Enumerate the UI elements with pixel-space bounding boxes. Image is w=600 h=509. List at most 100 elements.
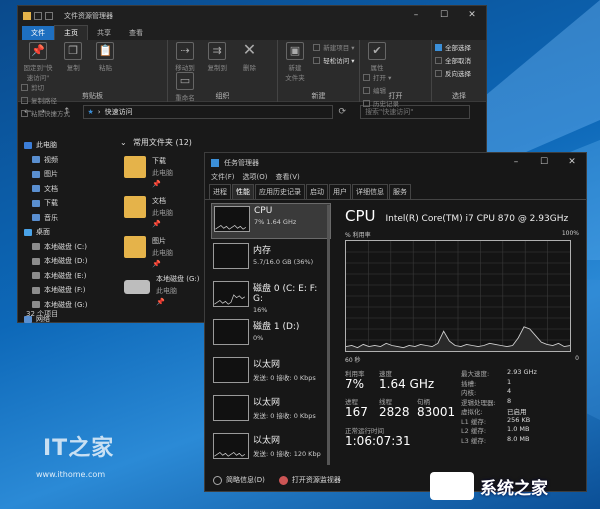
properties-icon: ✔ bbox=[368, 42, 386, 60]
properties-button[interactable]: ✔ 属性 bbox=[363, 42, 391, 72]
resource-value: 16% bbox=[253, 306, 268, 314]
address-text: 快速访问 bbox=[104, 108, 133, 116]
move-to-button[interactable]: ⇢ 移动到 bbox=[171, 42, 199, 72]
easy-access-button[interactable]: 轻松访问 ▾ bbox=[313, 55, 355, 65]
sidebar-item[interactable]: 本地磁盘 (F:) bbox=[32, 283, 106, 298]
resource-item[interactable]: 以太网 发送: 0 接收: 0 Kbps bbox=[211, 393, 331, 429]
tab-processes[interactable]: 进程 bbox=[209, 184, 231, 199]
drive-icon bbox=[32, 257, 40, 265]
tab-view[interactable]: 查看 bbox=[120, 26, 152, 40]
resource-item[interactable]: 磁盘 1 (D:) 0% bbox=[211, 317, 331, 353]
new-folder-icon[interactable] bbox=[45, 11, 53, 20]
resource-item[interactable]: CPU 7% 1.64 GHz bbox=[211, 203, 331, 239]
logo-text: 系统之家 bbox=[480, 478, 548, 499]
spec-label: L3 缓存: bbox=[461, 436, 487, 445]
spec-value: 1 bbox=[507, 377, 512, 386]
new-folder-icon: ▣ bbox=[286, 42, 304, 60]
sidebar-item[interactable]: 音乐 bbox=[32, 211, 106, 226]
copy-icon: ❐ bbox=[64, 42, 83, 60]
sidebar-item[interactable]: 视频 bbox=[32, 153, 106, 168]
menu-view[interactable]: 查看(V) bbox=[275, 172, 299, 184]
refresh-icon[interactable]: ⟳ bbox=[339, 107, 347, 117]
ribbon: 📌 固定到"快速访问" ❐ 复制 📋 粘贴 剪切 复制路径 粘贴快捷方式 剪贴板 ⇢ 移… bbox=[18, 40, 486, 118]
close-button[interactable]: ✕ bbox=[458, 6, 486, 25]
spec-value: 4 bbox=[507, 387, 512, 395]
new-group: ▣ 新建 文件夹 新建项目 ▾ 轻松访问 ▾ 新建 bbox=[278, 40, 360, 102]
clipboard-group: 📌 固定到"快速访问" ❐ 复制 📋 粘贴 剪切 复制路径 粘贴快捷方式 剪贴板 bbox=[18, 40, 168, 118]
scrollbar[interactable] bbox=[327, 205, 330, 465]
sidebar-item[interactable]: 本地磁盘 (D:) bbox=[32, 254, 106, 269]
new-item-icon bbox=[313, 43, 321, 51]
folder-icon bbox=[32, 199, 40, 207]
tab-startup[interactable]: 启动 bbox=[306, 184, 328, 199]
tab-share[interactable]: 共享 bbox=[88, 26, 120, 40]
menu-bar: 文件(F) 选项(O) 查看(V) bbox=[205, 172, 586, 184]
sidebar-item[interactable]: 桌面 bbox=[24, 225, 106, 240]
list-item[interactable]: 下载 此电脑 📌 bbox=[124, 156, 173, 188]
resource-item[interactable]: 磁盘 0 (C: E: F: G: 16% bbox=[211, 279, 331, 315]
copy-button[interactable]: ❐ 复制 bbox=[59, 42, 87, 72]
tab-performance[interactable]: 性能 bbox=[232, 184, 254, 199]
resource-name: 以太网 bbox=[253, 398, 281, 408]
navigation-pane: 此电脑 视频 图片 文档 下载 音乐 桌面 本地磁盘 (C:) 本地磁盘 (D:) 本地磁盘 (E… bbox=[18, 134, 106, 323]
pin-icon: 📌 bbox=[29, 42, 47, 60]
list-item[interactable]: 文档 此电脑 📌 bbox=[124, 196, 173, 228]
menu-options[interactable]: 选项(O) bbox=[243, 172, 268, 184]
sidebar-item[interactable]: 文档 bbox=[32, 182, 106, 197]
tab-details[interactable]: 详细信息 bbox=[352, 184, 388, 199]
handles-value: 83001 bbox=[417, 405, 456, 419]
paste-shortcut-button[interactable]: 粘贴快捷方式 bbox=[21, 108, 70, 118]
sidebar-item[interactable]: 此电脑 bbox=[24, 138, 106, 153]
address-bar[interactable]: ★ › 快速访问 bbox=[82, 105, 333, 119]
properties-icon[interactable] bbox=[34, 11, 42, 20]
tab-app-history[interactable]: 应用历史记录 bbox=[255, 184, 305, 199]
sidebar-item[interactable]: 本地磁盘 (C:) bbox=[32, 240, 106, 255]
delete-button[interactable]: ✕ 删除 bbox=[235, 42, 263, 73]
tab-home[interactable]: 主页 bbox=[54, 25, 88, 40]
select-all-button[interactable]: 全部选择 bbox=[435, 42, 483, 52]
sidebar-item[interactable]: 图片 bbox=[32, 167, 106, 182]
list-item[interactable]: 图片 此电脑 📌 bbox=[124, 236, 173, 268]
resource-item[interactable]: 以太网 发送: 0 接收: 120 Kbp bbox=[211, 431, 331, 467]
list-item[interactable]: 本地磁盘 (G:) 此电脑 📌 bbox=[124, 274, 199, 306]
fewer-details-button[interactable]: 简略信息(D) bbox=[213, 475, 265, 485]
tab-services[interactable]: 服务 bbox=[389, 184, 411, 199]
taskmgr-title-bar: 任务管理器 – ☐ ✕ bbox=[205, 153, 586, 172]
resource-item[interactable]: 以太网 发送: 0 接收: 0 Kbps bbox=[211, 355, 331, 391]
spec-value: 已启用 bbox=[507, 408, 527, 416]
spec-value: 8.0 MB bbox=[507, 434, 530, 443]
maximize-button[interactable]: ☐ bbox=[530, 153, 558, 172]
tab-file[interactable]: 文件 bbox=[22, 26, 54, 40]
window-title: 文件资源管理器 bbox=[64, 11, 113, 20]
resource-name: 以太网 bbox=[253, 436, 281, 446]
pin-button[interactable]: 📌 固定到"快速访问" bbox=[21, 42, 55, 82]
sidebar-item[interactable]: 下载 bbox=[32, 196, 106, 211]
spec-label: 虚拟化: bbox=[461, 408, 483, 416]
minimize-button[interactable]: – bbox=[502, 153, 530, 172]
status-bar-count: 32 个项目 bbox=[26, 310, 59, 318]
resource-item[interactable]: 内存 5.7/16.0 GB (36%) bbox=[211, 241, 331, 277]
tab-users[interactable]: 用户 bbox=[329, 184, 351, 199]
copy-to-button[interactable]: ⇉ 复制到 bbox=[203, 42, 231, 72]
close-button[interactable]: ✕ bbox=[558, 153, 586, 172]
section-header[interactable]: ⌄ 常用文件夹 (12) bbox=[120, 137, 478, 148]
invert-selection-button[interactable]: 反向选择 bbox=[435, 68, 483, 78]
chevron-up-icon bbox=[213, 475, 222, 485]
paste-button[interactable]: 📋 粘贴 bbox=[91, 42, 119, 72]
minimize-button[interactable]: – bbox=[402, 6, 430, 25]
explorer-title-bar: 文件资源管理器 – ☐ ✕ bbox=[18, 6, 486, 25]
new-item-button[interactable]: 新建项目 ▾ bbox=[313, 42, 355, 52]
chevron-down-icon: ⌄ bbox=[120, 138, 127, 147]
maximize-button[interactable]: ☐ bbox=[430, 6, 458, 25]
new-group-label: 新建 bbox=[311, 92, 326, 100]
sidebar-item[interactable]: 本地磁盘 (E:) bbox=[32, 269, 106, 284]
new-folder-button[interactable]: ▣ 新建 文件夹 bbox=[281, 42, 309, 82]
resource-name: CPU bbox=[254, 206, 273, 216]
drive-icon bbox=[124, 280, 150, 294]
select-none-button[interactable]: 全部取消 bbox=[435, 55, 483, 65]
menu-file[interactable]: 文件(F) bbox=[211, 172, 235, 184]
resource-value: 0% bbox=[253, 334, 264, 342]
open-resource-monitor-link[interactable]: 打开资源监视器 bbox=[278, 475, 341, 485]
open-button[interactable]: 打开 ▾ bbox=[363, 72, 399, 82]
quick-access-toolbar[interactable] bbox=[23, 11, 53, 20]
